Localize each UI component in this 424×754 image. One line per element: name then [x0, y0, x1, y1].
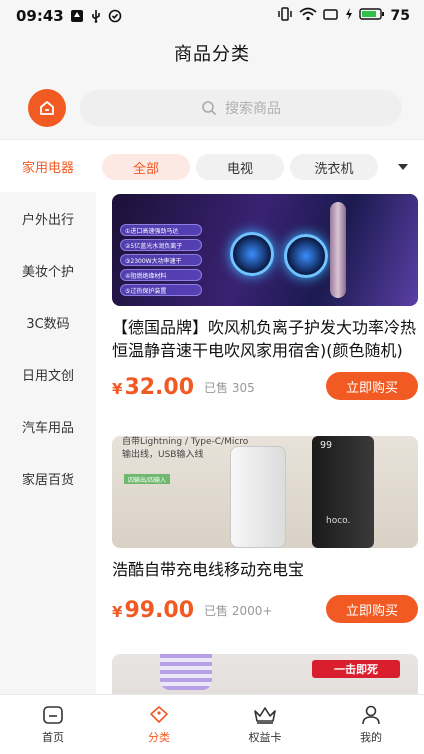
image-caption: 自带Lightning / Type-C/Micro	[122, 437, 249, 447]
price-row: ¥32.00 已售 305 立即购买	[112, 372, 418, 402]
status-time: 09:43	[16, 7, 64, 25]
notification-icon	[70, 9, 84, 23]
feature-tag: ③2300W大功率速干	[120, 254, 202, 266]
status-right: 75	[277, 7, 410, 25]
feature-tag: ②5亿蓝光水润负离子	[120, 239, 202, 251]
battery-icon	[358, 7, 385, 25]
sidebar-item-appliances[interactable]: 家用电器	[0, 140, 96, 192]
bottom-tabbar: 首页 分类 权益卡 我的	[0, 694, 424, 754]
home-icon	[43, 706, 63, 724]
product-image[interactable]: 一击即死	[112, 654, 418, 694]
sidebar-item-digital[interactable]: 3C数码	[0, 296, 96, 348]
search-input[interactable]: 搜索商品	[80, 90, 402, 126]
category-sidebar: 家用电器 户外出行 美妆个护 3C数码 日用文创 汽车用品 家居百货	[0, 140, 96, 694]
charging-icon	[345, 7, 353, 25]
tab-category[interactable]: 分类	[106, 695, 212, 754]
tab-mine[interactable]: 我的	[318, 695, 424, 754]
tab-home[interactable]: 首页	[0, 695, 106, 754]
search-placeholder: 搜索商品	[225, 101, 281, 117]
tab-label: 权益卡	[248, 731, 282, 744]
search-icon	[202, 101, 217, 116]
status-bar: 09:43 75	[0, 0, 424, 32]
currency-symbol: ¥	[112, 379, 123, 398]
tab-label: 分类	[148, 731, 170, 744]
feature-tag: ⑤过热保护装置	[120, 284, 202, 296]
tab-label: 我的	[360, 731, 382, 744]
product-card[interactable]: ①进口高速强劲马达 ②5亿蓝光水润负离子 ③2300W大功率速干 ④阻燃绝缘材料…	[112, 194, 418, 402]
caret-down-icon	[398, 164, 408, 170]
ion-graphic	[284, 234, 328, 278]
product-price: ¥32.00	[112, 375, 194, 400]
tab-label: 首页	[42, 731, 64, 744]
product-card[interactable]: 自带Lightning / Type-C/Micro 输出线，USB输入线 四输…	[112, 436, 418, 625]
price-value: 32.00	[124, 374, 195, 400]
buy-now-button[interactable]: 立即购买	[326, 372, 418, 400]
powerbank-black-graphic: 99 hoco.	[312, 436, 374, 548]
wifi-icon	[298, 7, 317, 25]
crown-icon	[254, 707, 276, 724]
filter-row: 全部 电视 洗衣机	[96, 140, 424, 194]
check-circle-icon	[108, 9, 122, 23]
product-title[interactable]: 浩酷自带充电线移动充电宝	[112, 558, 418, 581]
category-icon	[150, 706, 168, 723]
mosquito-lamp-graphic	[160, 654, 212, 690]
product-price: ¥99.00	[112, 598, 194, 623]
buy-now-button[interactable]: 立即购买	[326, 595, 418, 623]
vibrate-icon	[277, 7, 293, 25]
sidebar-item-auto[interactable]: 汽车用品	[0, 400, 96, 452]
sidebar-item-stationery[interactable]: 日用文创	[0, 348, 96, 400]
title-bar: 商品分类	[0, 32, 424, 74]
sold-count: 已售 305	[204, 380, 255, 395]
tab-benefit-card[interactable]: 权益卡	[212, 695, 318, 754]
sidebar-item-beauty[interactable]: 美妆个护	[0, 244, 96, 296]
user-icon	[362, 705, 380, 725]
feature-tag: ④阻燃绝缘材料	[120, 269, 202, 281]
home-icon	[40, 101, 54, 115]
feature-tag: ①进口高速强劲马达	[120, 224, 202, 236]
usb-icon	[90, 9, 102, 23]
promo-badge: 一击即死	[312, 660, 400, 678]
home-button[interactable]	[28, 89, 66, 127]
sidebar-item-outdoor[interactable]: 户外出行	[0, 192, 96, 244]
page-title: 商品分类	[174, 44, 250, 65]
powerbank-display: 99	[320, 440, 333, 451]
filter-expand-button[interactable]	[388, 154, 418, 180]
sidebar-item-home[interactable]: 家居百货	[0, 452, 96, 504]
signal-box-icon	[322, 7, 339, 25]
brand-logo: hoco.	[326, 516, 351, 526]
product-list: ①进口高速强劲马达 ②5亿蓝光水润负离子 ③2300W大功率速干 ④阻燃绝缘材料…	[96, 194, 424, 694]
battery-level: 75	[390, 8, 410, 24]
product-card[interactable]: 一击即死	[112, 654, 418, 694]
search-row: 搜索商品	[0, 74, 424, 140]
io-badge: 四输出/四输入	[124, 474, 170, 484]
currency-symbol: ¥	[112, 602, 123, 621]
price-row: ¥99.00 已售 2000+ 立即购买	[112, 595, 418, 625]
product-title[interactable]: 【德国品牌】吹风机负离子护发大功率冷热恒温静音速干电吹风家用宿舍)(颜色随机)	[112, 316, 418, 362]
hairdryer-graphic	[330, 202, 346, 298]
product-image[interactable]: ①进口高速强劲马达 ②5亿蓝光水润负离子 ③2300W大功率速干 ④阻燃绝缘材料…	[112, 194, 418, 306]
filter-chip-tv[interactable]: 电视	[196, 154, 284, 180]
status-left: 09:43	[16, 7, 122, 25]
powerbank-white-graphic	[230, 446, 286, 548]
filter-chip-washer[interactable]: 洗衣机	[290, 154, 378, 180]
sold-count: 已售 2000+	[204, 603, 273, 618]
image-caption: 输出线，USB输入线	[122, 450, 204, 460]
price-value: 99.00	[124, 597, 195, 623]
motor-graphic	[230, 232, 274, 276]
product-image[interactable]: 自带Lightning / Type-C/Micro 输出线，USB输入线 四输…	[112, 436, 418, 548]
filter-chip-all[interactable]: 全部	[102, 154, 190, 180]
